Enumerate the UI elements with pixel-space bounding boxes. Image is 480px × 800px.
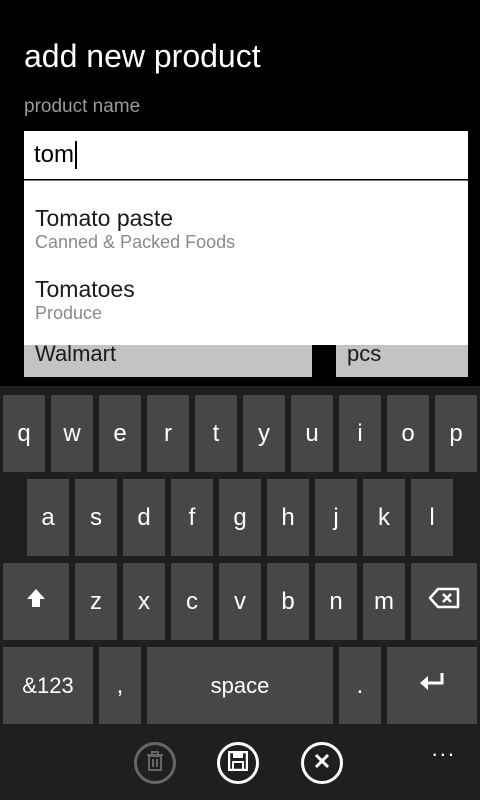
key-k[interactable]: k bbox=[363, 479, 405, 556]
page-title: add new product bbox=[24, 38, 261, 74]
app-bar: ... bbox=[0, 730, 480, 800]
key-d[interactable]: d bbox=[123, 479, 165, 556]
suggestion-category: Produce bbox=[35, 303, 103, 323]
save-button[interactable] bbox=[217, 742, 259, 784]
key-h[interactable]: h bbox=[267, 479, 309, 556]
key-u[interactable]: u bbox=[291, 395, 333, 472]
key-v[interactable]: v bbox=[219, 563, 261, 640]
key-m[interactable]: m bbox=[363, 563, 405, 640]
key-l[interactable]: l bbox=[411, 479, 453, 556]
save-icon bbox=[227, 750, 249, 776]
key-o[interactable]: o bbox=[387, 395, 429, 472]
space-key[interactable]: space bbox=[147, 647, 333, 724]
key-t[interactable]: t bbox=[195, 395, 237, 472]
more-options-button[interactable]: ... bbox=[432, 736, 456, 762]
suggestion-item[interactable]: Tomato paste Canned & Packed Foods bbox=[35, 205, 235, 253]
shift-key[interactable] bbox=[3, 563, 69, 640]
key-q[interactable]: q bbox=[3, 395, 45, 472]
key-i[interactable]: i bbox=[339, 395, 381, 472]
comma-key[interactable]: , bbox=[99, 647, 141, 724]
key-x[interactable]: x bbox=[123, 563, 165, 640]
key-p[interactable]: p bbox=[435, 395, 477, 472]
backspace-key[interactable] bbox=[411, 563, 477, 640]
key-b[interactable]: b bbox=[267, 563, 309, 640]
cancel-button[interactable] bbox=[301, 742, 343, 784]
key-s[interactable]: s bbox=[75, 479, 117, 556]
key-e[interactable]: e bbox=[99, 395, 141, 472]
backspace-icon bbox=[428, 587, 460, 616]
enter-key[interactable] bbox=[387, 647, 477, 724]
key-z[interactable]: z bbox=[75, 563, 117, 640]
suggestion-name: Tomatoes bbox=[35, 276, 135, 302]
symbols-key[interactable]: &123 bbox=[3, 647, 93, 724]
unit-field[interactable]: pcs bbox=[336, 343, 468, 377]
key-f[interactable]: f bbox=[171, 479, 213, 556]
on-screen-keyboard: q w e r t y u i o p a s d f g h j k l z … bbox=[0, 386, 480, 730]
enter-icon bbox=[418, 671, 446, 700]
key-a[interactable]: a bbox=[27, 479, 69, 556]
key-w[interactable]: w bbox=[51, 395, 93, 472]
suggestion-category: Canned & Packed Foods bbox=[35, 232, 236, 252]
key-c[interactable]: c bbox=[171, 563, 213, 640]
period-key[interactable]: . bbox=[339, 647, 381, 724]
store-field[interactable]: Walmart bbox=[24, 343, 312, 377]
key-j[interactable]: j bbox=[315, 479, 357, 556]
suggestion-item[interactable]: Tomatoes Produce bbox=[35, 276, 135, 324]
key-g[interactable]: g bbox=[219, 479, 261, 556]
delete-icon bbox=[146, 750, 164, 776]
product-name-value: tom bbox=[34, 141, 75, 168]
delete-button[interactable] bbox=[134, 742, 176, 784]
key-y[interactable]: y bbox=[243, 395, 285, 472]
autocomplete-list: Tomato paste Canned & Packed Foods Tomat… bbox=[24, 180, 468, 345]
suggestion-name: Tomato paste bbox=[35, 205, 174, 231]
product-name-input[interactable]: tom bbox=[24, 131, 468, 179]
key-r[interactable]: r bbox=[147, 395, 189, 472]
shift-arrow-icon bbox=[25, 587, 47, 616]
text-caret bbox=[75, 141, 78, 169]
key-n[interactable]: n bbox=[315, 563, 357, 640]
product-name-label: product name bbox=[24, 96, 141, 117]
cancel-icon bbox=[313, 752, 331, 775]
